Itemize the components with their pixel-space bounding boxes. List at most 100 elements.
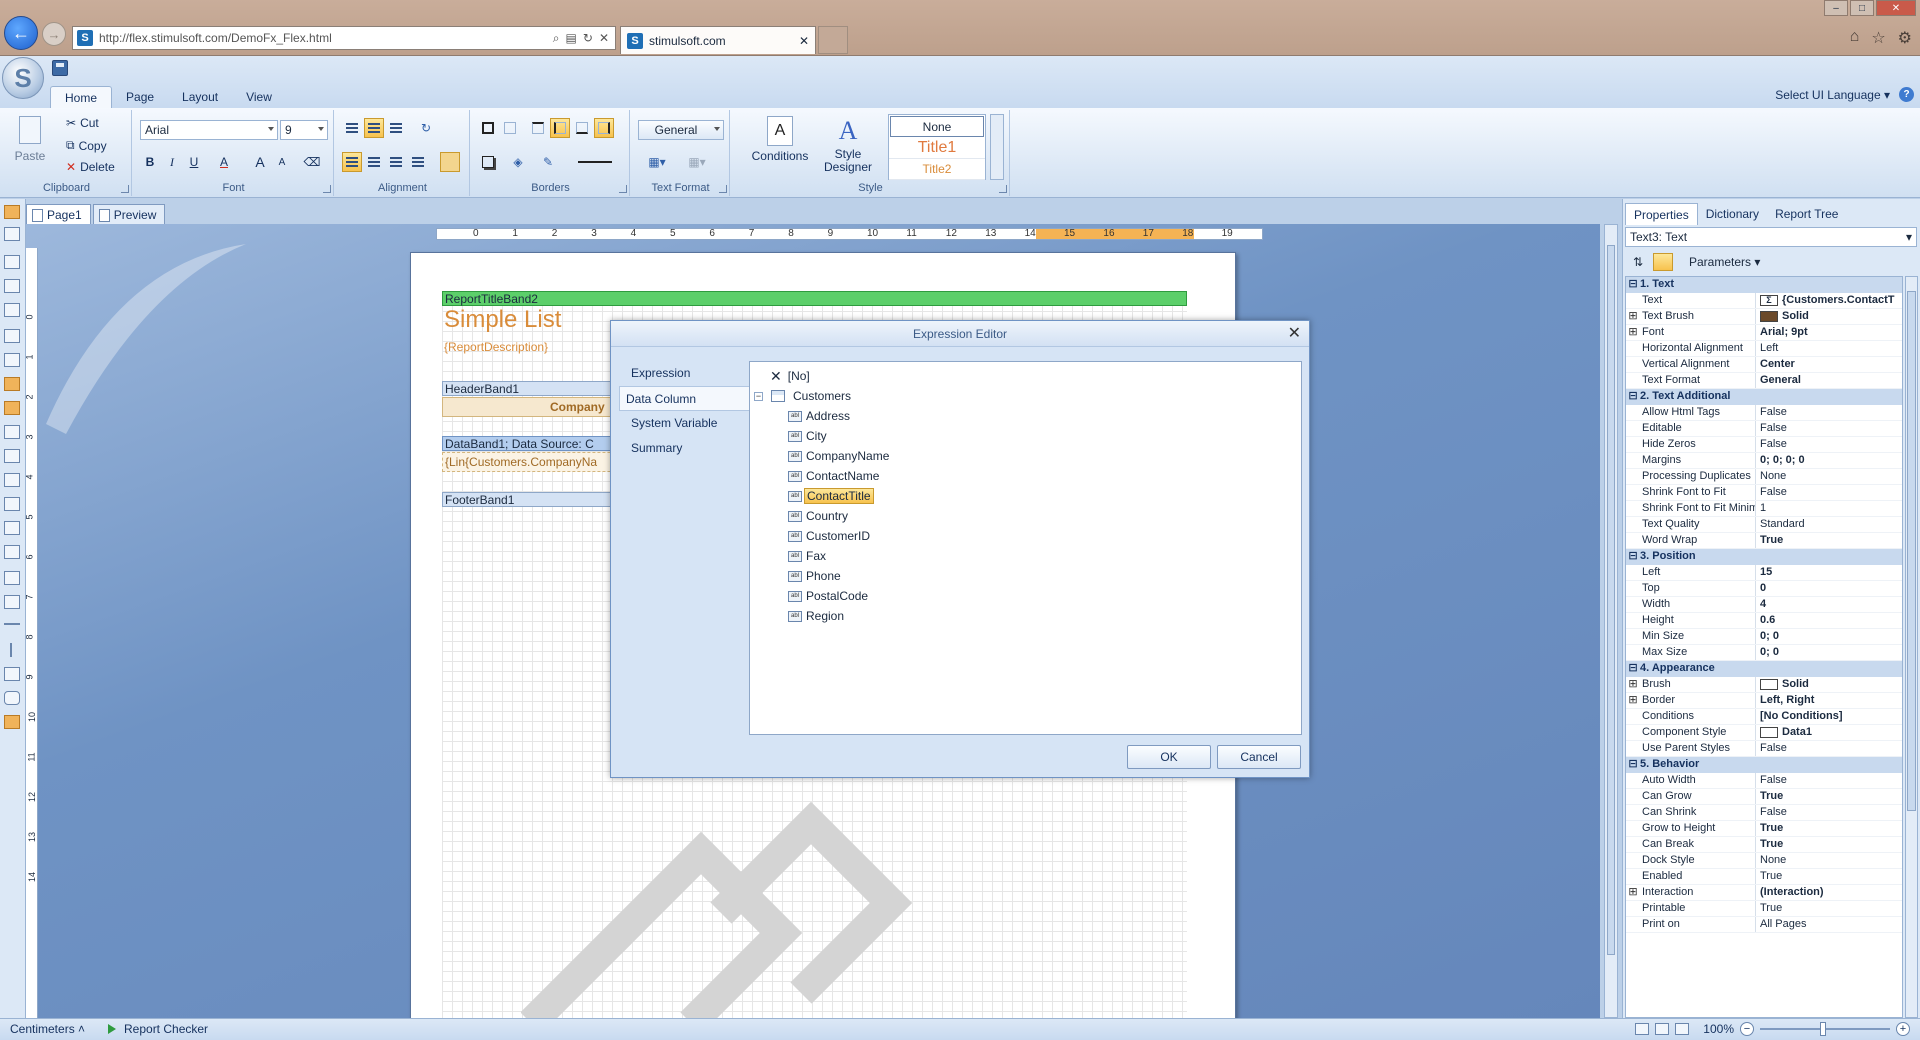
sort-az-icon[interactable]: ⇅ <box>1629 253 1647 271</box>
group-band-tool-icon[interactable] <box>4 303 20 317</box>
help-icon[interactable]: ? <box>1899 87 1914 102</box>
property-row[interactable]: Text Σ {Customers.ContactT <box>1626 293 1902 309</box>
band-tool-icon[interactable] <box>4 255 20 269</box>
property-row[interactable]: Print on All Pages <box>1626 917 1902 933</box>
property-value[interactable]: Standard <box>1756 517 1902 532</box>
tree-column-item[interactable]: abl Fax <box>750 546 1301 566</box>
text-tool-icon[interactable] <box>4 353 20 367</box>
parameters-dropdown[interactable]: Parameters ▾ <box>1689 255 1760 269</box>
property-value[interactable]: False <box>1756 405 1902 420</box>
forward-icon[interactable]: → <box>42 22 66 46</box>
property-value[interactable]: 0 <box>1756 581 1902 596</box>
property-row[interactable]: Can Grow True <box>1626 789 1902 805</box>
property-value[interactable]: [No Conditions] <box>1756 709 1902 724</box>
zoom-slider[interactable] <box>1760 1022 1890 1036</box>
style-none[interactable]: None <box>890 116 984 137</box>
tree-column-item[interactable]: abl City <box>750 426 1301 446</box>
chart-tool-icon[interactable] <box>4 401 20 415</box>
cancel-button[interactable]: Cancel <box>1217 745 1301 769</box>
home-icon[interactable]: ⌂ <box>1850 28 1860 48</box>
property-value[interactable]: Data1 <box>1756 725 1902 740</box>
tab-home[interactable]: Home <box>50 86 113 108</box>
property-category[interactable]: ⊟ 3. Position <box>1626 549 1902 565</box>
property-value[interactable]: Solid <box>1756 677 1902 692</box>
property-row[interactable]: Use Parent Styles False <box>1626 741 1902 757</box>
collapse-icon[interactable]: ⊟ <box>1626 661 1640 677</box>
tree-column-item-selected[interactable]: abl ContactTitle <box>750 486 1301 506</box>
border-top-icon[interactable] <box>528 118 548 138</box>
browser-tab[interactable]: S stimulsoft.com ✕ <box>620 26 816 54</box>
nav-data-column[interactable]: Data Column <box>619 386 749 411</box>
back-icon[interactable]: ← <box>4 16 38 50</box>
scrollbar-thumb[interactable] <box>1907 291 1916 811</box>
expand-icon[interactable]: ⊞ <box>1626 693 1640 708</box>
tab-properties[interactable]: Properties <box>1625 203 1698 225</box>
close-icon[interactable]: ✕ <box>1288 321 1301 347</box>
expand-icon[interactable]: ⊞ <box>1626 325 1640 340</box>
border-left-icon[interactable] <box>550 118 570 138</box>
property-category[interactable]: ⊟ 4. Appearance <box>1626 661 1902 677</box>
style-launcher-icon[interactable] <box>999 185 1007 193</box>
align-right-icon[interactable] <box>386 152 406 172</box>
tree-column-item[interactable]: abl Region <box>750 606 1301 626</box>
app-menu-orb-icon[interactable]: S <box>2 57 44 99</box>
property-row[interactable]: Width 4 <box>1626 597 1902 613</box>
property-value[interactable]: False <box>1756 805 1902 820</box>
property-row[interactable]: Word Wrap True <box>1626 533 1902 549</box>
font-size-select[interactable]: 9 <box>280 120 328 140</box>
word-wrap-icon[interactable] <box>440 152 460 172</box>
cut-button[interactable]: ✂ Cut <box>66 116 99 130</box>
stop-icon[interactable]: ✕ <box>599 31 609 46</box>
property-row[interactable]: ⊞ Font Arial; 9pt <box>1626 325 1902 341</box>
property-row[interactable]: Max Size 0; 0 <box>1626 645 1902 661</box>
checkbox-tool-icon[interactable] <box>4 449 20 463</box>
report-title-band[interactable]: ReportTitleBand2 <box>442 291 1187 306</box>
align-justify-icon[interactable] <box>408 152 428 172</box>
align-center-icon[interactable] <box>364 152 384 172</box>
pointer-tool-icon[interactable] <box>4 205 20 219</box>
property-row[interactable]: ⊞ Text Brush Solid <box>1626 309 1902 325</box>
nav-summary[interactable]: Summary <box>619 436 749 461</box>
tree-column-item[interactable]: abl ContactName <box>750 466 1301 486</box>
border-color-icon[interactable]: ✎ <box>538 152 558 172</box>
align-left-icon[interactable] <box>342 152 362 172</box>
property-value[interactable]: Left, Right <box>1756 693 1902 708</box>
property-value[interactable]: True <box>1756 821 1902 836</box>
maximize-icon[interactable]: □ <box>1850 0 1874 16</box>
align-top-icon[interactable] <box>342 118 362 138</box>
close-window-icon[interactable]: ✕ <box>1876 0 1916 16</box>
report-title-text[interactable]: Simple List <box>444 306 561 334</box>
tab-view[interactable]: View <box>232 86 286 108</box>
collapse-icon[interactable]: ⊟ <box>1626 549 1640 565</box>
property-row[interactable]: Enabled True <box>1626 869 1902 885</box>
property-row[interactable]: Height 0.6 <box>1626 613 1902 629</box>
component-select[interactable]: Text3: Text ▾ <box>1625 227 1917 247</box>
tree-item-none[interactable]: ✕ [No] <box>750 366 1301 386</box>
property-value[interactable]: Center <box>1756 357 1902 372</box>
report-description-text[interactable]: {ReportDescription} <box>444 340 548 354</box>
property-value[interactable]: Solid <box>1756 309 1902 324</box>
property-value[interactable]: True <box>1756 837 1902 852</box>
address-bar[interactable]: S http://flex.stimulsoft.com/DemoFx_Flex… <box>72 26 616 50</box>
property-value[interactable]: 0; 0 <box>1756 629 1902 644</box>
image-tool-icon[interactable] <box>4 377 20 391</box>
close-tab-icon[interactable]: ✕ <box>799 34 809 48</box>
collapse-icon[interactable]: ⊟ <box>1626 389 1640 405</box>
property-row[interactable]: Top 0 <box>1626 581 1902 597</box>
property-value[interactable]: False <box>1756 437 1902 452</box>
property-row[interactable]: Text Format General <box>1626 373 1902 389</box>
url-text[interactable]: http://flex.stimulsoft.com/DemoFx_Flex.h… <box>99 31 553 45</box>
property-value[interactable]: All Pages <box>1756 917 1902 932</box>
italic-button[interactable]: I <box>162 152 182 172</box>
copy-button[interactable]: ⧉ Copy <box>66 138 107 153</box>
expand-icon[interactable]: ⊞ <box>1626 885 1640 900</box>
font-family-select[interactable]: Arial <box>140 120 278 140</box>
align-bottom-icon[interactable] <box>386 118 406 138</box>
clipboard-launcher-icon[interactable] <box>121 185 129 193</box>
property-row[interactable]: Auto Width False <box>1626 773 1902 789</box>
settings-gear-icon[interactable]: ⚙ <box>1898 28 1912 48</box>
underline-button[interactable]: U <box>184 152 204 172</box>
property-value[interactable]: True <box>1756 789 1902 804</box>
rich-text-tool-icon[interactable] <box>4 425 20 439</box>
tab-layout[interactable]: Layout <box>168 86 232 108</box>
